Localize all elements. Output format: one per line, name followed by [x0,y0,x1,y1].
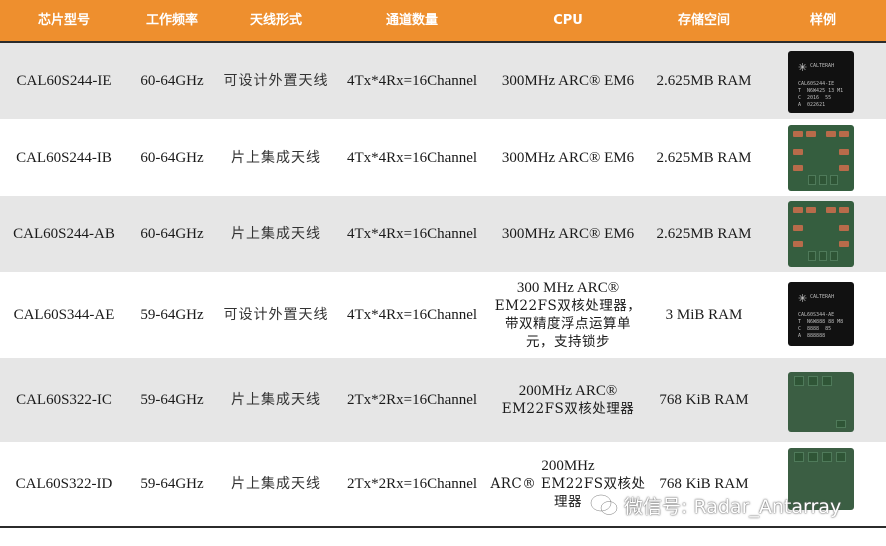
cell-cpu: 300MHz ARC® EM6 [488,43,648,119]
chip-sample-image: ✳ CALTERAH CAL60S344-AE T N6W888 88 M8 C… [788,282,854,346]
cell-channels: 4Tx*4Rx=16Channel [346,149,478,166]
cell-model: CAL60S344-AE [13,307,115,323]
header-channels: 通道数量 [385,13,438,28]
cpu-line: 300 MHz ARC® [516,280,620,296]
cell-memory: 2.625MB RAM [656,226,752,242]
chip-sample-image: ✳ CALTERAH CAL60S244-IE T N6W425 13 M1 C… [788,51,854,113]
table-row: CAL60S244-IB 60-64GHz 片上集成天线 4Tx*4Rx=16C… [0,119,886,196]
cell-frequency: 59-64GHz [140,307,204,323]
cpu-line: 300MHz ARC® EM6 [501,73,635,89]
cell-model: CAL60S322-IC [16,392,112,408]
cell-frequency: 60-64GHz [140,149,204,166]
cell-cpu: 300MHz ARC® EM6 [488,196,648,272]
chip-marking: CAL60S344-AE T N6W888 88 M8 C 8888 85 A … [798,312,844,339]
cell-cpu: 300 MHz ARC® EM22FS双核处理器， 带双精度浮点运算单 元，支持… [488,272,648,358]
wechat-icon [590,494,618,516]
table-row: CAL60S322-IC 59-64GHz 片上集成天线 2Tx*2Rx=16C… [0,358,886,442]
cell-memory: 3 MiB RAM [665,307,743,323]
table-header: 芯片型号 工作频率 天线形式 通道数量 CPU 存储空间 样例 [0,0,886,43]
header-antenna: 天线形式 [249,13,302,28]
brand-logo-icon: ✳ [798,61,808,74]
cell-memory: 2.625MB RAM [656,149,752,166]
cell-antenna: 片上集成天线 [231,226,321,242]
cell-antenna: 片上集成天线 [231,392,321,408]
header-sample: 样例 [809,13,836,28]
cell-frequency: 60-64GHz [140,226,204,242]
cell-cpu: 300MHz ARC® EM6 [488,119,648,196]
cell-cpu: 200MHz ARC® EM22FS双核处理器 [488,358,648,442]
chip-brand: CALTERAH [810,294,835,300]
cell-antenna: 片上集成天线 [231,149,321,166]
header-model: 芯片型号 [37,13,90,28]
cpu-line: 300MHz ARC® EM6 [501,149,635,166]
cpu-line: 300MHz ARC® EM6 [501,226,635,242]
cell-channels: 4Tx*4Rx=16Channel [346,73,478,89]
header-cpu: CPU [553,13,583,28]
chip-sample-image [788,125,854,191]
chip-marking: CAL60S244-IE T N6W425 13 M1 C 2016 55 A … [798,81,844,108]
cell-memory: 2.625MB RAM [656,73,752,89]
cell-channels: 2Tx*2Rx=16Channel [346,392,478,408]
cell-antenna: 可设计外置天线 [223,73,329,89]
cell-antenna: 可设计外置天线 [223,307,329,323]
table-bottom-rule [0,526,886,528]
table-row: CAL60S344-AE 59-64GHz 可设计外置天线 4Tx*4Rx=16… [0,272,886,358]
header-memory: 存储空间 [677,13,730,28]
cell-frequency: 59-64GHz [140,392,204,408]
cell-model: CAL60S244-IE [16,73,112,89]
cpu-line: 带双精度浮点运算单 [504,316,631,332]
cell-channels: 4Tx*4Rx=16Channel [346,307,478,323]
cell-antenna: 片上集成天线 [231,476,321,492]
cell-model: CAL60S244-AB [13,226,115,242]
cpu-line: 200MHz [541,458,595,474]
watermark-text: 微信号: Radar_Antarray [624,495,842,518]
cell-memory: 768 KiB RAM [659,392,749,408]
brand-logo-icon: ✳ [798,292,808,305]
cpu-line: 200MHz ARC® [518,383,618,399]
cpu-line: EM22FS双核处理器 [501,401,635,417]
cell-model: CAL60S244-IB [16,149,112,166]
cpu-line: 元，支持锁步 [525,334,610,350]
cell-model: CAL60S322-ID [15,476,113,492]
cell-channels: 2Tx*2Rx=16Channel [346,476,478,492]
cpu-line: EM22FS双核处理器， [494,298,642,314]
chip-sample-image [788,372,854,432]
wechat-watermark: 微信号: Radar_Antarray [590,490,841,520]
header-frequency: 工作频率 [145,13,198,28]
cell-channels: 4Tx*4Rx=16Channel [346,226,478,242]
table-row: CAL60S244-AB 60-64GHz 片上集成天线 4Tx*4Rx=16C… [0,196,886,272]
chip-sample-image [788,201,854,267]
chip-brand: CALTERAH [810,63,835,69]
cell-frequency: 60-64GHz [140,73,204,89]
table-row: CAL60S244-IE 60-64GHz 可设计外置天线 4Tx*4Rx=16… [0,43,886,119]
cell-frequency: 59-64GHz [140,476,204,492]
